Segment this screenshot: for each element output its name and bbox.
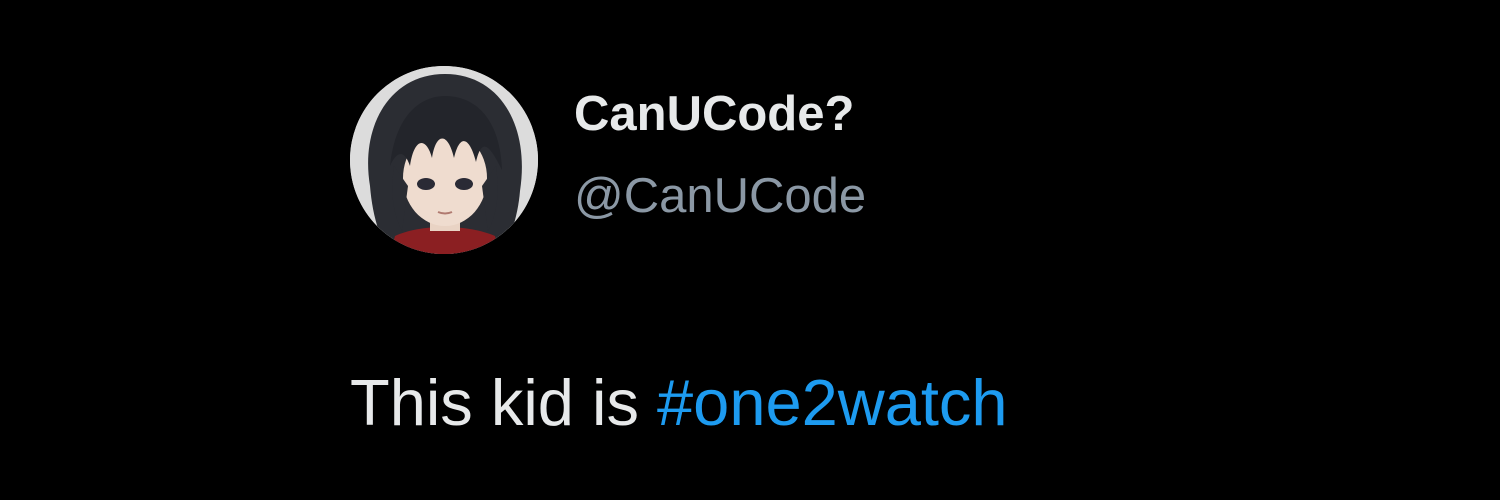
tweet-card: CanUCode? @CanUCode This kid is #one2wat…	[0, 0, 1500, 500]
hashtag-link[interactable]: #one2watch	[657, 366, 1008, 439]
tweet-text-body: This kid is	[350, 366, 658, 439]
author-handle[interactable]: @CanUCode	[574, 172, 866, 221]
author-display-name[interactable]: CanUCode?	[574, 90, 854, 139]
tweet-text: This kid is #one2watch	[350, 370, 1008, 435]
anime-girl-avatar-icon	[350, 66, 538, 254]
avatar[interactable]	[350, 66, 538, 254]
